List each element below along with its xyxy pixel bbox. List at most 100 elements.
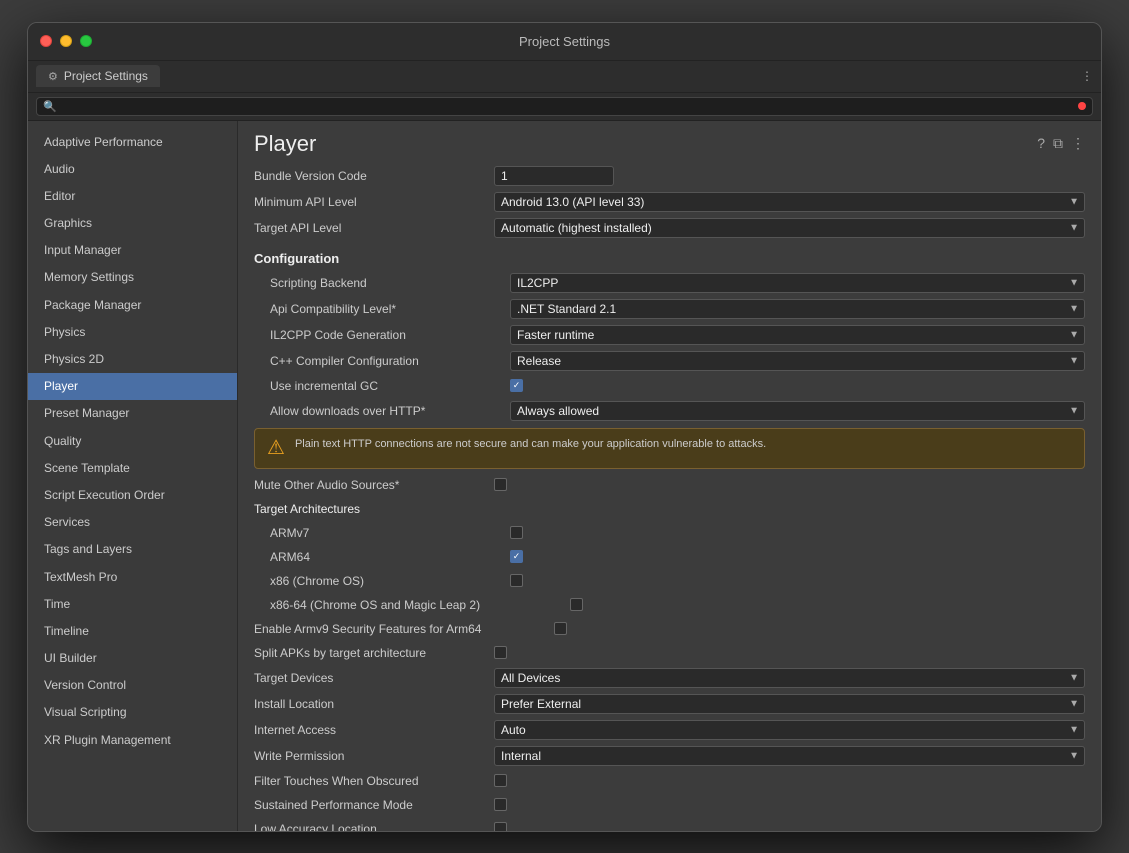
x86-checkbox[interactable] xyxy=(510,574,523,587)
content-scroll[interactable]: Bundle Version Code Minimum API Level An… xyxy=(238,163,1101,831)
min-api-select[interactable]: Android 13.0 (API level 33) xyxy=(494,192,1085,212)
sidebar: Adaptive Performance Audio Editor Graphi… xyxy=(28,121,238,831)
split-apks-checkbox[interactable] xyxy=(494,646,507,659)
tab-more-button[interactable]: ⋮ xyxy=(1081,69,1093,83)
internet-access-label: Internet Access xyxy=(254,723,494,737)
il2cpp-codegen-select[interactable]: Faster runtime xyxy=(510,325,1085,345)
arm64-label: ARM64 xyxy=(270,550,510,564)
cpp-compiler-label: C++ Compiler Configuration xyxy=(270,354,510,368)
sidebar-item-version-control[interactable]: Version Control xyxy=(28,672,237,699)
sidebar-item-input-manager[interactable]: Input Manager xyxy=(28,237,237,264)
x86-64-checkbox[interactable] xyxy=(570,598,583,611)
filter-touches-checkbox[interactable] xyxy=(494,774,507,787)
bundle-version-row: Bundle Version Code xyxy=(254,163,1085,189)
sidebar-item-adaptive-performance[interactable]: Adaptive Performance xyxy=(28,129,237,156)
sidebar-item-audio[interactable]: Audio xyxy=(28,156,237,183)
enable-armv9-row: Enable Armv9 Security Features for Arm64 xyxy=(254,617,1085,641)
sidebar-item-package-manager[interactable]: Package Manager xyxy=(28,292,237,319)
close-button[interactable] xyxy=(40,35,52,47)
install-location-label: Install Location xyxy=(254,697,494,711)
armv7-checkbox[interactable] xyxy=(510,526,523,539)
target-devices-value-wrap: All Devices ▼ xyxy=(494,668,1085,688)
warning-text: Plain text HTTP connections are not secu… xyxy=(295,437,766,452)
scripting-backend-select[interactable]: IL2CPP xyxy=(510,273,1085,293)
install-location-select[interactable]: Prefer External xyxy=(494,694,1085,714)
api-compat-select[interactable]: .NET Standard 2.1 xyxy=(510,299,1085,319)
sidebar-item-memory-settings[interactable]: Memory Settings xyxy=(28,264,237,291)
search-input[interactable] xyxy=(61,100,1071,112)
sidebar-item-player[interactable]: Player xyxy=(28,373,237,400)
incremental-gc-row: Use incremental GC xyxy=(254,374,1085,398)
filter-touches-value-wrap xyxy=(494,774,1085,787)
sidebar-item-textmesh-pro[interactable]: TextMesh Pro xyxy=(28,564,237,591)
warning-icon: ⚠ xyxy=(267,435,285,460)
sidebar-item-scene-template[interactable]: Scene Template xyxy=(28,455,237,482)
search-bar: 🔍 xyxy=(28,93,1101,121)
mute-audio-value-wrap xyxy=(494,478,1085,491)
maximize-button[interactable] xyxy=(80,35,92,47)
sidebar-item-services[interactable]: Services xyxy=(28,509,237,536)
sidebar-item-visual-scripting[interactable]: Visual Scripting xyxy=(28,699,237,726)
allow-downloads-value-wrap: Always allowed ▼ xyxy=(510,401,1085,421)
sidebar-item-script-exec-order[interactable]: Script Execution Order xyxy=(28,482,237,509)
x86-64-label: x86-64 (Chrome OS and Magic Leap 2) xyxy=(270,598,570,612)
sidebar-item-physics-2d[interactable]: Physics 2D xyxy=(28,346,237,373)
help-icon[interactable]: ? xyxy=(1037,135,1045,152)
low-accuracy-checkbox[interactable] xyxy=(494,822,507,831)
search-icon: 🔍 xyxy=(43,100,57,113)
sidebar-item-xr-plugin[interactable]: XR Plugin Management xyxy=(28,727,237,754)
sidebar-item-preset-manager[interactable]: Preset Manager xyxy=(28,400,237,427)
sidebar-item-editor[interactable]: Editor xyxy=(28,183,237,210)
arm64-value-wrap xyxy=(510,550,1085,563)
sidebar-item-timeline[interactable]: Timeline xyxy=(28,618,237,645)
sidebar-item-quality[interactable]: Quality xyxy=(28,428,237,455)
sidebar-item-physics[interactable]: Physics xyxy=(28,319,237,346)
scripting-backend-select-wrap: IL2CPP ▼ xyxy=(510,273,1085,293)
target-devices-label: Target Devices xyxy=(254,671,494,685)
scripting-backend-label: Scripting Backend xyxy=(270,276,510,290)
target-devices-select[interactable]: All Devices xyxy=(494,668,1085,688)
il2cpp-codegen-select-wrap: Faster runtime ▼ xyxy=(510,325,1085,345)
incremental-gc-checkbox[interactable] xyxy=(510,379,523,392)
min-api-label: Minimum API Level xyxy=(254,195,494,209)
armv7-label: ARMv7 xyxy=(270,526,510,540)
min-api-value-wrap: Android 13.0 (API level 33) ▼ xyxy=(494,192,1085,212)
x86-64-row: x86-64 (Chrome OS and Magic Leap 2) xyxy=(254,593,1085,617)
allow-downloads-row: Allow downloads over HTTP* Always allowe… xyxy=(254,398,1085,424)
low-accuracy-label: Low Accuracy Location xyxy=(254,822,494,831)
traffic-lights xyxy=(40,35,92,47)
sidebar-item-tags-layers[interactable]: Tags and Layers xyxy=(28,536,237,563)
target-devices-select-wrap: All Devices ▼ xyxy=(494,668,1085,688)
split-apks-value-wrap xyxy=(494,646,1085,659)
mute-audio-row: Mute Other Audio Sources* xyxy=(254,473,1085,497)
internet-access-select[interactable]: Auto xyxy=(494,720,1085,740)
sidebar-item-time[interactable]: Time xyxy=(28,591,237,618)
cpp-compiler-select[interactable]: Release xyxy=(510,351,1085,371)
allow-downloads-select[interactable]: Always allowed xyxy=(510,401,1085,421)
target-api-select[interactable]: Automatic (highest installed) xyxy=(494,218,1085,238)
scripting-backend-row: Scripting Backend IL2CPP ▼ xyxy=(254,270,1085,296)
sliders-icon[interactable]: ⧉ xyxy=(1053,135,1063,152)
more-icon[interactable]: ⋮ xyxy=(1071,135,1085,152)
cpp-compiler-value-wrap: Release ▼ xyxy=(510,351,1085,371)
scripting-backend-value-wrap: IL2CPP ▼ xyxy=(510,273,1085,293)
enable-armv9-label: Enable Armv9 Security Features for Arm64 xyxy=(254,622,554,636)
arm64-checkbox[interactable] xyxy=(510,550,523,563)
window-title: Project Settings xyxy=(519,34,610,49)
il2cpp-codegen-value-wrap: Faster runtime ▼ xyxy=(510,325,1085,345)
write-permission-select[interactable]: Internal xyxy=(494,746,1085,766)
gear-icon: ⚙ xyxy=(48,70,58,83)
tab-project-settings[interactable]: ⚙ Project Settings xyxy=(36,65,160,87)
sustained-perf-checkbox[interactable] xyxy=(494,798,507,811)
bundle-version-input[interactable] xyxy=(494,166,614,186)
api-compat-row: Api Compatibility Level* .NET Standard 2… xyxy=(254,296,1085,322)
write-permission-value-wrap: Internal ▼ xyxy=(494,746,1085,766)
sidebar-item-ui-builder[interactable]: UI Builder xyxy=(28,645,237,672)
minimize-button[interactable] xyxy=(60,35,72,47)
mute-audio-checkbox[interactable] xyxy=(494,478,507,491)
internet-access-row: Internet Access Auto ▼ xyxy=(254,717,1085,743)
sidebar-item-graphics[interactable]: Graphics xyxy=(28,210,237,237)
api-compat-select-wrap: .NET Standard 2.1 ▼ xyxy=(510,299,1085,319)
target-api-label: Target API Level xyxy=(254,221,494,235)
enable-armv9-checkbox[interactable] xyxy=(554,622,567,635)
